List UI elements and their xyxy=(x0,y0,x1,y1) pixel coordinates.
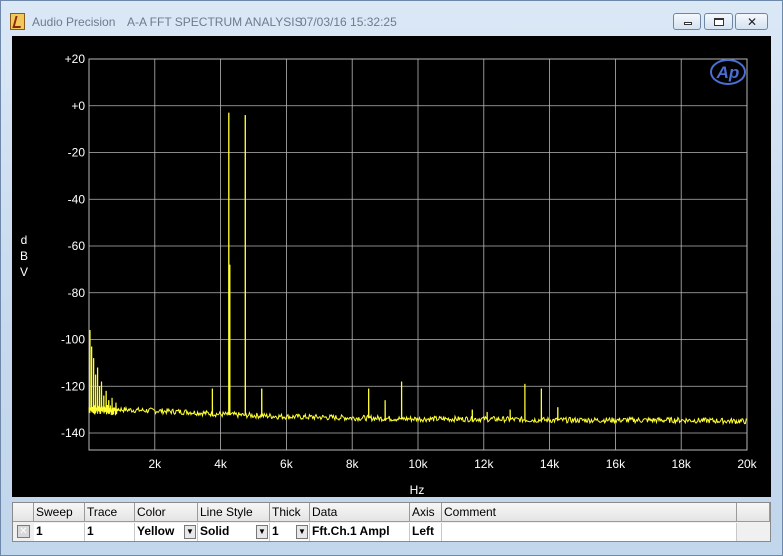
x-tick-label: 18k xyxy=(672,457,692,471)
x-axis-label: Hz xyxy=(410,483,425,497)
y-tick-label: +20 xyxy=(65,52,86,66)
column-header-thick[interactable]: Thick xyxy=(270,503,310,522)
title-bar[interactable]: Audio Precision A-A FFT SPECTRUM ANALYSI… xyxy=(1,1,782,35)
minimize-button[interactable] xyxy=(673,13,701,30)
column-header-sweep[interactable]: Sweep xyxy=(34,503,85,522)
y-axis-label: B xyxy=(20,249,28,263)
app-window: Audio Precision A-A FFT SPECTRUM ANALYSI… xyxy=(0,0,783,556)
table-header-corner xyxy=(13,503,34,522)
line-style-dropdown-icon[interactable]: ▼ xyxy=(256,525,268,539)
cell-line-style-value: Solid xyxy=(200,524,230,538)
y-axis-label: V xyxy=(20,265,28,279)
row-enable-checkbox[interactable]: ✕ xyxy=(17,525,30,538)
x-tick-label: 6k xyxy=(280,457,294,471)
app-name: Audio Precision xyxy=(32,15,116,29)
y-tick-label: -80 xyxy=(68,286,86,300)
column-header-axis[interactable]: Axis xyxy=(410,503,442,522)
ap-logo: Ap xyxy=(710,59,746,85)
y-tick-label: -140 xyxy=(61,426,85,440)
y-tick-label: -40 xyxy=(68,192,86,206)
cell-axis[interactable]: Left xyxy=(410,523,442,541)
y-axis-label: d xyxy=(21,233,28,247)
column-header-trace[interactable]: Trace xyxy=(85,503,135,522)
trace-table[interactable]: Sweep Trace Color Line Style Thick Data … xyxy=(12,502,771,542)
cell-thick-value: 1 xyxy=(272,524,279,538)
window-datetime: 07/03/16 15:32:25 xyxy=(300,15,397,29)
cell-thick[interactable]: 1 ▼ xyxy=(270,523,310,541)
cell-color[interactable]: Yellow ▼ xyxy=(135,523,198,541)
x-tick-label: 12k xyxy=(474,457,494,471)
y-tick-label: -100 xyxy=(61,333,85,347)
x-tick-label: 10k xyxy=(408,457,428,471)
x-tick-label: 2k xyxy=(148,457,162,471)
fft-graph[interactable]: +20 +0 -20 -40 -60 -80 -100 -120 -140 2k 4k 6k 8k 10k… xyxy=(12,36,771,497)
cell-comment[interactable] xyxy=(442,523,737,541)
close-button[interactable]: ✕ xyxy=(735,13,768,30)
x-tick-label: 16k xyxy=(606,457,626,471)
y-tick-label: -20 xyxy=(68,146,86,160)
x-tick-label: 20k xyxy=(737,457,757,471)
spectrum-chart[interactable]: +20 +0 -20 -40 -60 -80 -100 -120 -140 2k 4k 6k 8k 10k… xyxy=(12,36,771,497)
restore-button[interactable] xyxy=(704,13,733,30)
cell-color-value: Yellow xyxy=(137,524,175,538)
table-header-filler xyxy=(737,503,770,522)
y-tick-label: -120 xyxy=(61,379,85,393)
column-header-data[interactable]: Data xyxy=(310,503,410,522)
thick-dropdown-icon[interactable]: ▼ xyxy=(296,525,308,539)
x-tick-label: 14k xyxy=(540,457,560,471)
close-icon: ✕ xyxy=(747,15,758,29)
column-header-line-style[interactable]: Line Style xyxy=(198,503,270,522)
x-tick-label: 4k xyxy=(214,457,228,471)
color-dropdown-icon[interactable]: ▼ xyxy=(184,525,196,539)
cell-line-style[interactable]: Solid ▼ xyxy=(198,523,270,541)
cell-data[interactable]: Fft.Ch.1 Ampl xyxy=(310,523,410,541)
restore-icon xyxy=(714,18,724,26)
x-tick-label: 8k xyxy=(346,457,360,471)
minimize-icon xyxy=(684,22,692,25)
cell-trace[interactable]: 1 xyxy=(85,523,135,541)
y-tick-label: -60 xyxy=(68,239,86,253)
ap-logo-text: Ap xyxy=(716,63,740,82)
cell-sweep[interactable]: 1 xyxy=(34,523,85,541)
column-header-comment[interactable]: Comment xyxy=(442,503,737,522)
app-logo-icon[interactable] xyxy=(10,13,25,30)
column-header-color[interactable]: Color xyxy=(135,503,198,522)
y-tick-label: +0 xyxy=(71,99,85,113)
document-title: A-A FFT SPECTRUM ANALYSIS xyxy=(127,15,303,29)
